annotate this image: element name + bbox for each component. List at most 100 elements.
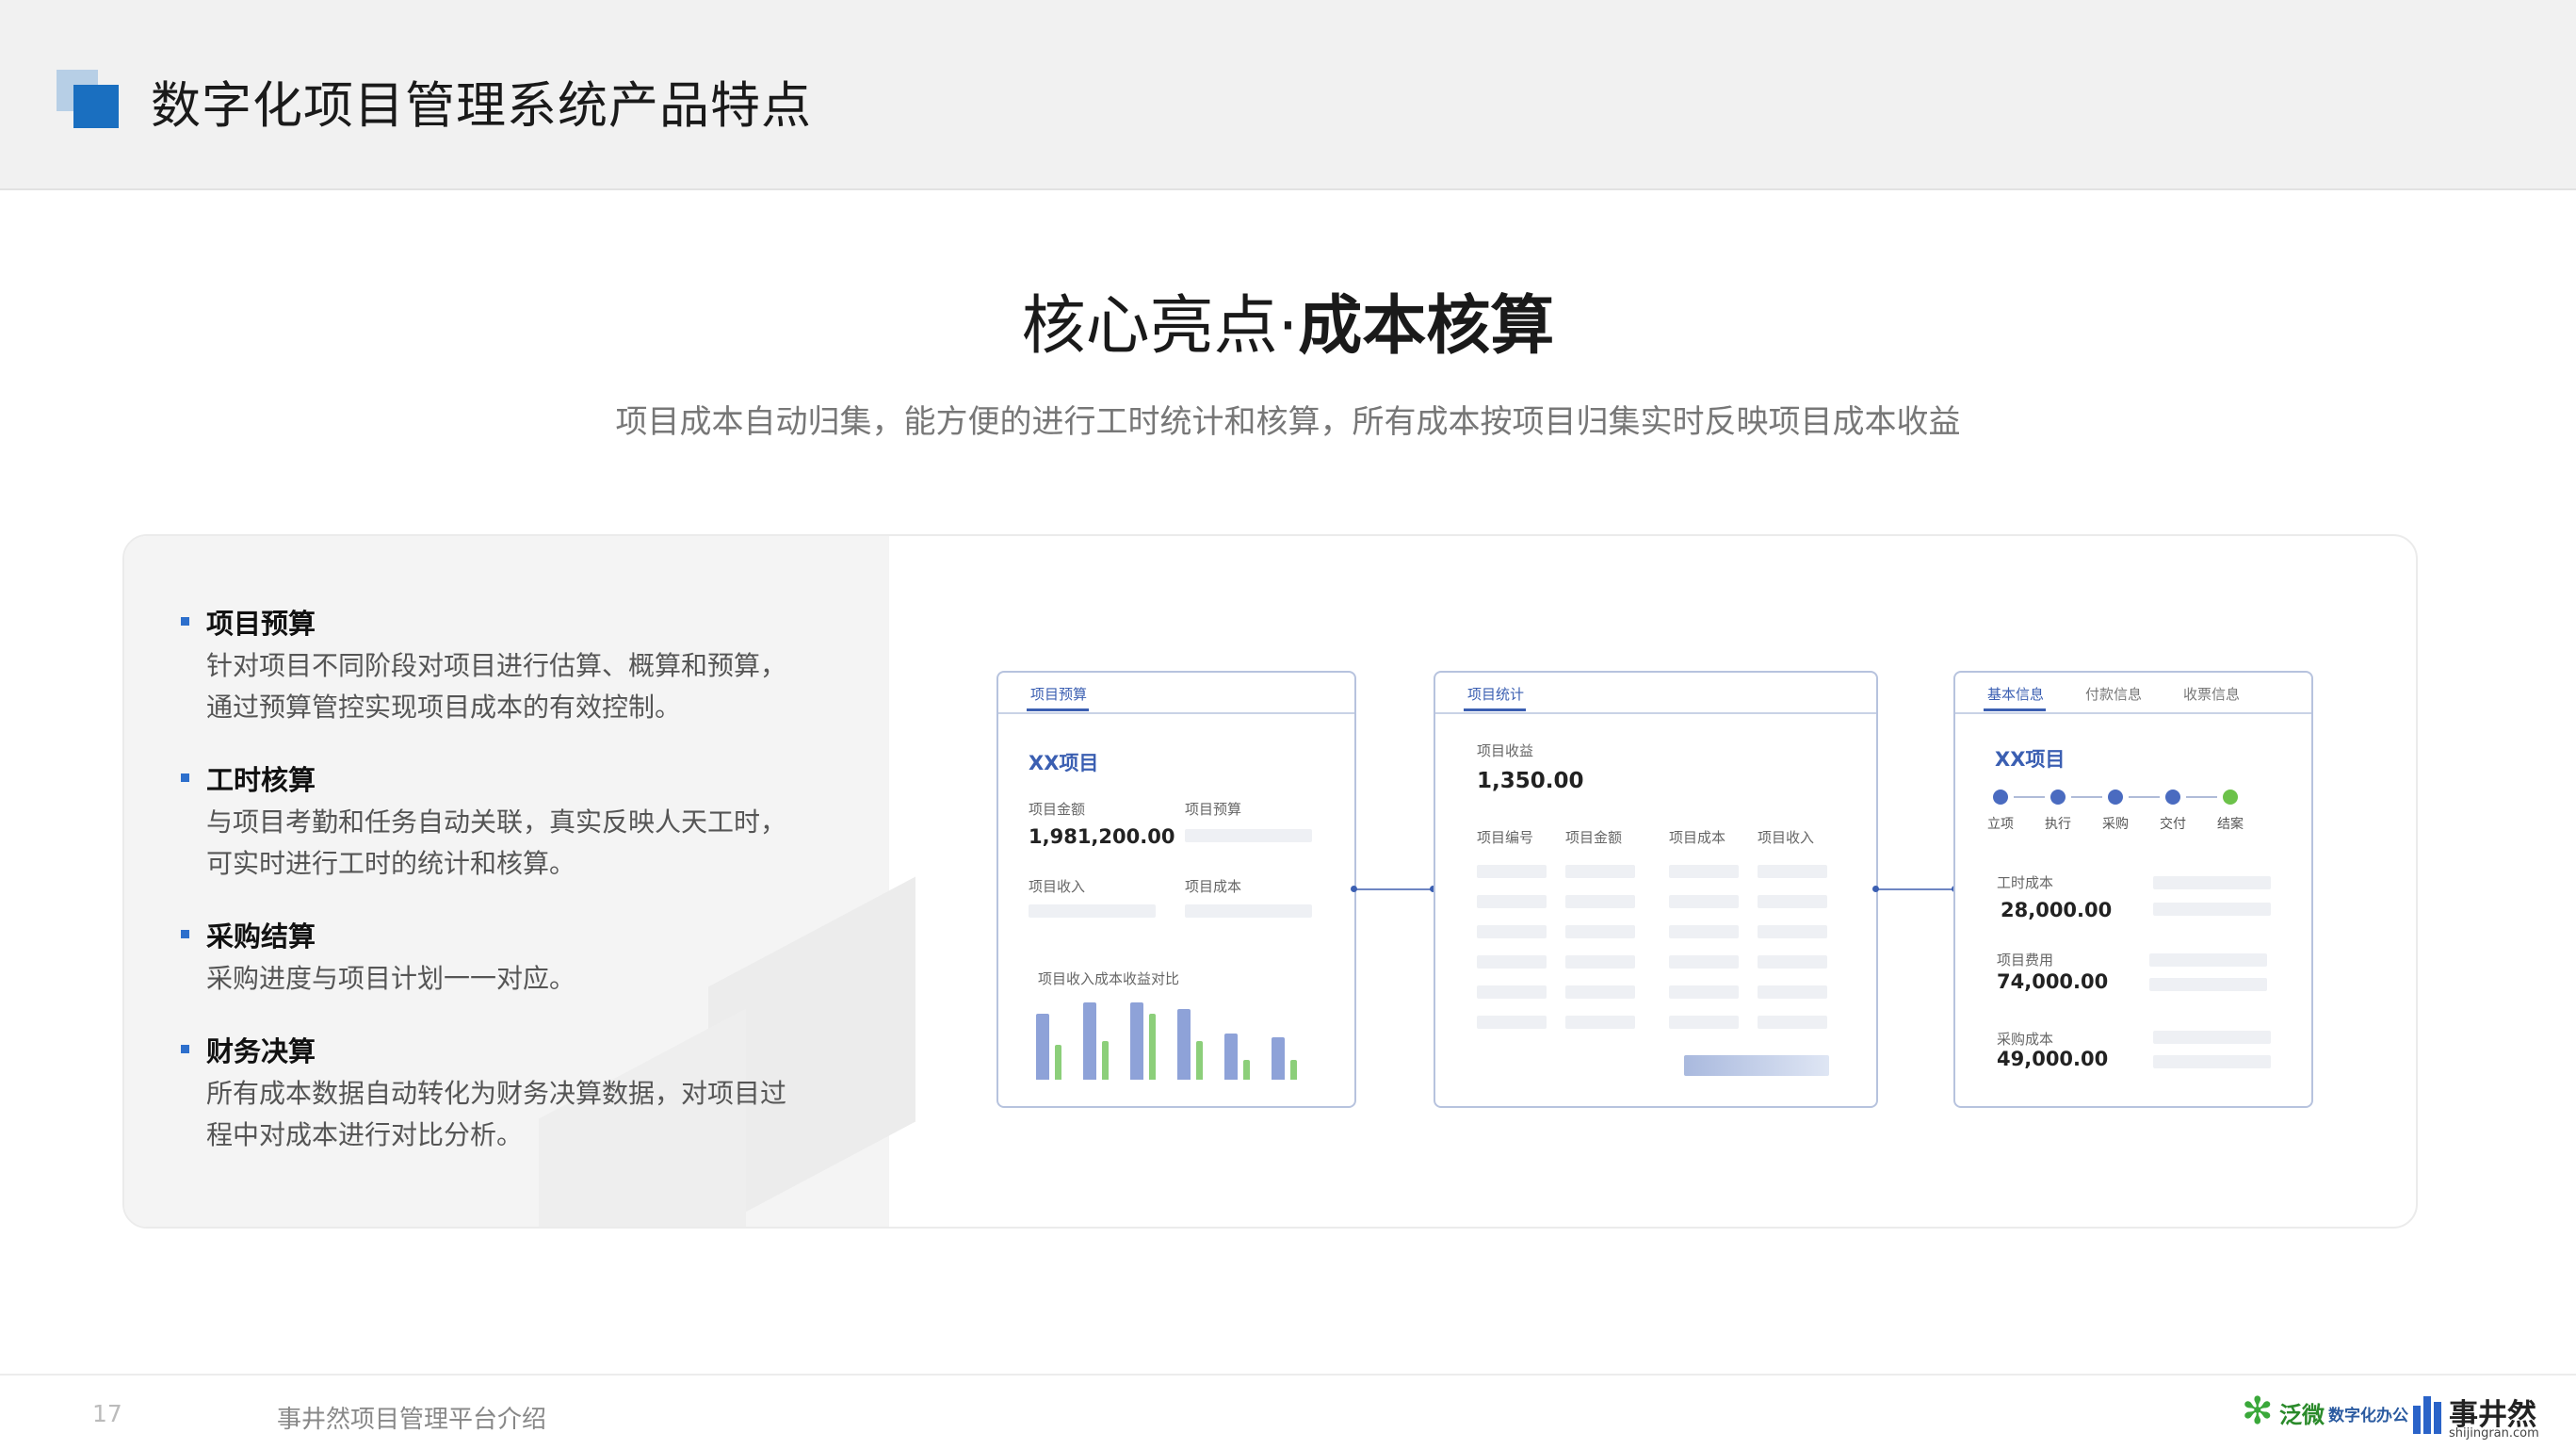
chart-title: 项目收入成本收益对比 [1038, 970, 1180, 987]
amount-label: 项目金额 [1029, 801, 1086, 818]
table-cell-placeholder [1669, 955, 1739, 969]
row-label: 项目费用 [1997, 952, 2054, 969]
step-label: 执行 [2045, 817, 2071, 832]
tab-basic-info[interactable]: 基本信息 [1987, 684, 2044, 704]
table-cell-placeholder [1565, 985, 1635, 999]
table-cell-placeholder [1669, 1016, 1739, 1029]
step-dot [2108, 790, 2123, 805]
project-name: XX项目 [1029, 752, 1099, 774]
budget-label: 项目预算 [1185, 801, 1242, 818]
cost-bar [1243, 1060, 1250, 1080]
bullet-icon [181, 617, 189, 626]
cost-bar [1055, 1045, 1061, 1080]
feature-title: 财务决算 [206, 1035, 316, 1067]
table-cell-placeholder [1565, 955, 1635, 969]
step-dot [2050, 790, 2066, 805]
row-value: 28,000.00 [2001, 899, 2113, 921]
income-bar [1177, 1009, 1191, 1080]
shijingran-bars-icon [2413, 1396, 2441, 1434]
cost-bar [1102, 1041, 1109, 1080]
footer-text: 事井然项目管理平台介绍 [277, 1406, 547, 1434]
connector-line [1876, 888, 1955, 890]
progress-bar [1684, 1055, 1829, 1076]
step-arrow [2014, 796, 2045, 798]
connector-dot [1872, 886, 1879, 892]
page-title: 数字化项目管理系统产品特点 [151, 77, 812, 135]
bullet-icon [181, 930, 189, 938]
amount-value: 1,981,200.00 [1029, 825, 1175, 848]
table-cell-placeholder [1477, 955, 1547, 969]
feature-title: 工时核算 [206, 764, 316, 796]
table-cell-placeholder [1477, 925, 1547, 938]
connector-line [1354, 888, 1434, 890]
section-subtitle: 项目成本自动归集，能方便的进行工时统计和核算，所有成本按项目归集实时反映项目成本… [615, 403, 1961, 441]
panel-tabbar: 项目统计 [1435, 673, 1876, 714]
stats-panel: 项目统计 项目收益 1,350.00 项目编号 项目金额 项目成本 项目收入 [1434, 671, 1878, 1108]
col-header: 项目金额 [1565, 829, 1623, 846]
cost-label: 项目成本 [1185, 878, 1242, 895]
cost-bar [1196, 1041, 1203, 1080]
table-cell-placeholder [1477, 895, 1547, 908]
panel-tabbar: 基本信息 付款信息 收票信息 [1955, 673, 2311, 714]
feature-desc: 所有成本数据自动转化为财务决算数据，对项目过程中对成本进行对比分析。 [206, 1078, 787, 1150]
income-label: 项目收益 [1477, 742, 1534, 759]
table-cell-placeholder [1758, 955, 1827, 969]
table-cell-placeholder [1565, 925, 1635, 938]
step-label: 采购 [2102, 817, 2129, 832]
income-bar [1272, 1037, 1285, 1080]
income-bar [1224, 1034, 1238, 1080]
panel-tabbar: 项目预算 [998, 673, 1354, 714]
step-dot [2165, 790, 2180, 805]
tab-budget[interactable]: 项目预算 [1030, 684, 1087, 704]
income-bar [1130, 1002, 1143, 1080]
step-arrow [2129, 796, 2160, 798]
fanwei-flower-icon: ✻ [2242, 1390, 2274, 1433]
row-value: 74,000.00 [1997, 970, 2109, 993]
tab-invoice-info[interactable]: 收票信息 [2183, 684, 2240, 704]
budget-panel: 项目预算 XX项目 项目金额 1,981,200.00 项目预算 项目收入 项目… [996, 671, 1356, 1108]
table-cell-placeholder [1669, 865, 1739, 878]
process-steps: 立项 执行 采购 交付 结案 [1987, 790, 2276, 837]
table-cell-placeholder [1477, 985, 1547, 999]
table-cell-placeholder [1669, 985, 1739, 999]
info-panel: 基本信息 付款信息 收票信息 XX项目 立项 执行 采购 交付 结案 工时成本 28,0… [1953, 671, 2313, 1108]
headline-prefix: 核心亮点· [1021, 289, 1299, 364]
header-bar: 数字化项目管理系统产品特点 [0, 0, 2576, 190]
bullet-icon [181, 773, 189, 782]
bullet-icon [181, 1045, 189, 1053]
table-cell-placeholder [1477, 1016, 1547, 1029]
table-cell-placeholder [1669, 925, 1739, 938]
row-label: 工时成本 [1997, 874, 2054, 891]
table-cell-placeholder [1565, 895, 1635, 908]
tab-stats[interactable]: 项目统计 [1467, 684, 1524, 704]
table-cell-placeholder [1669, 895, 1739, 908]
col-header: 项目成本 [1669, 829, 1726, 846]
section-headline: 核心亮点·成本核算 [0, 273, 2576, 366]
step-arrow [2071, 796, 2102, 798]
table-cell-placeholder [1758, 895, 1827, 908]
page-number: 17 [92, 1400, 122, 1427]
step-arrow [2186, 796, 2217, 798]
table-cell-placeholder [1477, 865, 1547, 878]
feature-title: 项目预算 [206, 608, 316, 640]
feature-desc: 采购进度与项目计划一一对应。 [206, 963, 576, 994]
income-value: 1,350.00 [1477, 769, 1584, 793]
col-header: 项目编号 [1477, 829, 1534, 846]
income-bar [1036, 1014, 1049, 1080]
table-cell-placeholder [1758, 1016, 1827, 1029]
cost-bar [1290, 1060, 1297, 1080]
row-value: 49,000.00 [1997, 1048, 2109, 1070]
title-square-icon [57, 70, 121, 130]
table-cell-placeholder [1758, 925, 1827, 938]
table-cell-placeholder [1758, 985, 1827, 999]
project-name: XX项目 [1995, 748, 2066, 771]
col-header: 项目收入 [1758, 829, 1815, 846]
connector-dot [1351, 886, 1357, 892]
income-bar [1083, 1002, 1096, 1080]
content-card: 项目预算 针对项目不同阶段对项目进行估算、概算和预算，通过预算管控实现项目成本的… [122, 534, 2418, 1229]
step-label: 结案 [2217, 817, 2244, 832]
tab-payment-info[interactable]: 付款信息 [2085, 684, 2142, 704]
feature-column: 项目预算 针对项目不同阶段对项目进行估算、概算和预算，通过预算管控实现项目成本的… [124, 536, 915, 1227]
table-cell-placeholder [1565, 1016, 1635, 1029]
headline-bold: 成本核算 [1298, 289, 1555, 364]
